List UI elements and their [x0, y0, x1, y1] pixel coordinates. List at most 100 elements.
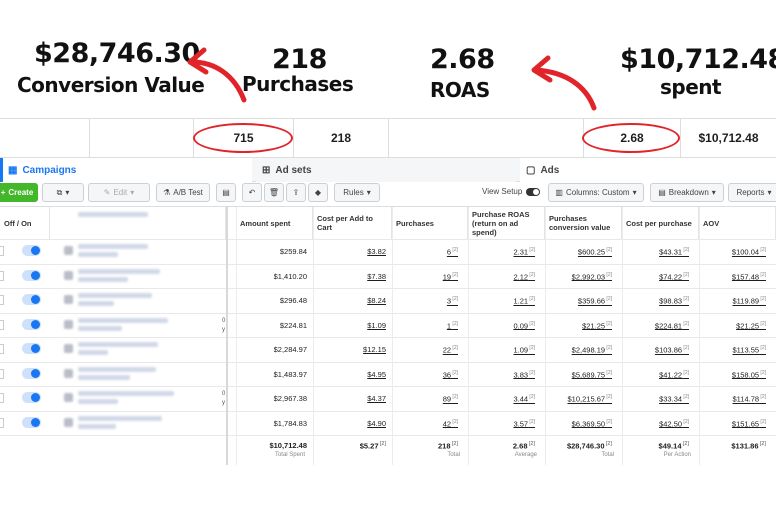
- column-header[interactable]: Amount spent: [236, 207, 313, 239]
- row-checkbox[interactable]: [0, 319, 4, 330]
- row-checkbox[interactable]: [0, 295, 4, 305]
- tag-button[interactable]: ◆: [308, 183, 328, 202]
- ab-test-button[interactable]: ⚗ A/B Test: [156, 183, 210, 202]
- undo-button[interactable]: ↶: [242, 183, 262, 202]
- export-button[interactable]: ⇪: [286, 183, 306, 202]
- table-cell[interactable]: $33.34 [2]: [622, 394, 689, 404]
- campaign-toggle[interactable]: [22, 245, 41, 256]
- table-cell: $1,784.83: [236, 419, 307, 428]
- column-header[interactable]: Cost per Add to Cart: [313, 207, 392, 239]
- table-cell[interactable]: $98.83 [2]: [622, 296, 689, 306]
- row-checkbox[interactable]: [0, 246, 4, 256]
- tab-ad-sets[interactable]: ⊞ Ad sets: [256, 158, 516, 182]
- breakdown-button[interactable]: ▤ Breakdown ▾: [650, 183, 724, 202]
- table-cell[interactable]: $1.09: [313, 321, 386, 330]
- table-cell[interactable]: 3 [2]: [392, 296, 458, 306]
- table-cell[interactable]: 3.57 [2]: [468, 419, 535, 429]
- table-cell[interactable]: $42.50 [2]: [622, 419, 689, 429]
- footnote-marker: [2]: [451, 394, 458, 400]
- table-cell[interactable]: $157.48 [2]: [699, 272, 766, 282]
- column-header[interactable]: AOV: [699, 207, 776, 239]
- table-cell[interactable]: 6 [2]: [392, 247, 458, 257]
- campaign-toggle[interactable]: [22, 416, 41, 428]
- table-cell[interactable]: 1.09 [2]: [468, 345, 535, 355]
- reports-button[interactable]: Reports ▾: [728, 183, 776, 202]
- table-cell[interactable]: $114.78 [2]: [699, 394, 766, 404]
- table-cell[interactable]: 42 [2]: [392, 419, 458, 429]
- tab-campaigns[interactable]: ▦ Campaigns: [0, 158, 252, 182]
- table-cell[interactable]: 2.31 [2]: [468, 247, 535, 257]
- table-cell[interactable]: $600.25 [2]: [545, 247, 612, 257]
- table-cell[interactable]: $103.86 [2]: [622, 345, 689, 355]
- table-cell[interactable]: $21.25 [2]: [545, 321, 612, 331]
- table-cell[interactable]: 19 [2]: [392, 272, 458, 282]
- row-checkbox[interactable]: [0, 344, 4, 354]
- create-button[interactable]: + Create: [0, 183, 38, 202]
- table-cell[interactable]: $8.24: [313, 296, 386, 305]
- table-cell[interactable]: 3.83 [2]: [468, 370, 535, 380]
- table-cell[interactable]: $3.82: [313, 247, 386, 256]
- table-cell[interactable]: $4.95: [313, 370, 386, 379]
- campaign-name-blurred[interactable]: [78, 268, 160, 274]
- table-cell[interactable]: $43.31 [2]: [622, 247, 689, 257]
- row-checkbox[interactable]: [0, 393, 4, 403]
- column-header[interactable]: Purchases conversion value: [545, 207, 622, 239]
- row-checkbox[interactable]: [0, 417, 4, 428]
- table-cell[interactable]: $158.05 [2]: [699, 370, 766, 380]
- rules-button[interactable]: Rules ▾: [334, 183, 380, 202]
- clipboard-button[interactable]: ▤: [216, 183, 236, 202]
- table-cell[interactable]: $4.90: [313, 419, 386, 428]
- column-header[interactable]: Purchases: [392, 207, 468, 239]
- campaign-toggle[interactable]: [22, 269, 41, 281]
- table-cell[interactable]: $7.38: [313, 272, 386, 281]
- table-cell[interactable]: $113.55 [2]: [699, 345, 766, 355]
- campaign-toggle[interactable]: [22, 343, 41, 354]
- tab-ads[interactable]: ▢ Ads: [520, 158, 776, 182]
- table-cell[interactable]: $359.66 [2]: [545, 296, 612, 306]
- table-cell[interactable]: $119.89 [2]: [699, 296, 766, 306]
- table-cell[interactable]: $5,689.75 [2]: [545, 370, 612, 380]
- campaign-toggle[interactable]: [22, 318, 41, 330]
- delete-button[interactable]: 🗑: [264, 183, 284, 202]
- campaign-name-blurred[interactable]: [78, 317, 168, 323]
- table-cell[interactable]: $21.25 [2]: [699, 321, 766, 331]
- column-header[interactable]: Purchase ROAS (return on ad spend): [468, 207, 545, 239]
- table-cell[interactable]: 89 [2]: [392, 394, 458, 404]
- table-cell[interactable]: 0.09 [2]: [468, 321, 535, 331]
- table-cell[interactable]: $100.04 [2]: [699, 247, 766, 257]
- table-cell[interactable]: $74.22 [2]: [622, 272, 689, 282]
- campaign-name-blurred[interactable]: [78, 366, 156, 372]
- table-cell[interactable]: $6,369.50 [2]: [545, 419, 612, 429]
- columns-button[interactable]: ▥ Columns: Custom ▾: [548, 183, 644, 202]
- row-checkbox[interactable]: [0, 270, 4, 281]
- row-checkbox[interactable]: [0, 368, 4, 379]
- table-cell[interactable]: 3.44 [2]: [468, 394, 535, 404]
- column-header[interactable]: Cost per purchase: [622, 207, 699, 239]
- campaigns-icon: ▦: [8, 164, 18, 176]
- frozen-column-divider[interactable]: [226, 207, 228, 465]
- table-cell[interactable]: $2,498.19 [2]: [545, 345, 612, 355]
- duplicate-button[interactable]: ⧉ ▾: [42, 183, 84, 202]
- campaign-name-blurred[interactable]: [78, 293, 152, 298]
- table-cell[interactable]: $41.22 [2]: [622, 370, 689, 380]
- table-cell[interactable]: $10,215.67 [2]: [545, 394, 613, 404]
- campaign-toggle[interactable]: [22, 294, 41, 305]
- edit-button[interactable]: ✎ Edit ▾: [88, 183, 150, 202]
- table-cell[interactable]: 22 [2]: [392, 345, 458, 355]
- campaign-toggle[interactable]: [22, 392, 41, 403]
- campaign-name-blurred[interactable]: [78, 342, 158, 347]
- table-cell[interactable]: 2.12 [2]: [468, 272, 535, 282]
- table-cell[interactable]: 1.21 [2]: [468, 296, 535, 306]
- campaign-name-blurred[interactable]: [78, 244, 148, 249]
- table-cell[interactable]: $4.37: [313, 394, 386, 403]
- table-cell[interactable]: 1 [2]: [392, 321, 458, 331]
- table-cell[interactable]: $12.15: [313, 345, 386, 354]
- view-setup-toggle[interactable]: View Setup: [482, 187, 541, 196]
- table-cell[interactable]: 36 [2]: [392, 370, 458, 380]
- campaign-name-blurred[interactable]: [78, 415, 162, 421]
- table-cell[interactable]: $151.65 [2]: [699, 419, 766, 429]
- campaign-name-blurred[interactable]: [78, 391, 174, 396]
- table-cell[interactable]: $2,992.03 [2]: [545, 272, 612, 282]
- table-cell[interactable]: $224.81 [2]: [622, 321, 689, 331]
- campaign-toggle[interactable]: [22, 367, 41, 379]
